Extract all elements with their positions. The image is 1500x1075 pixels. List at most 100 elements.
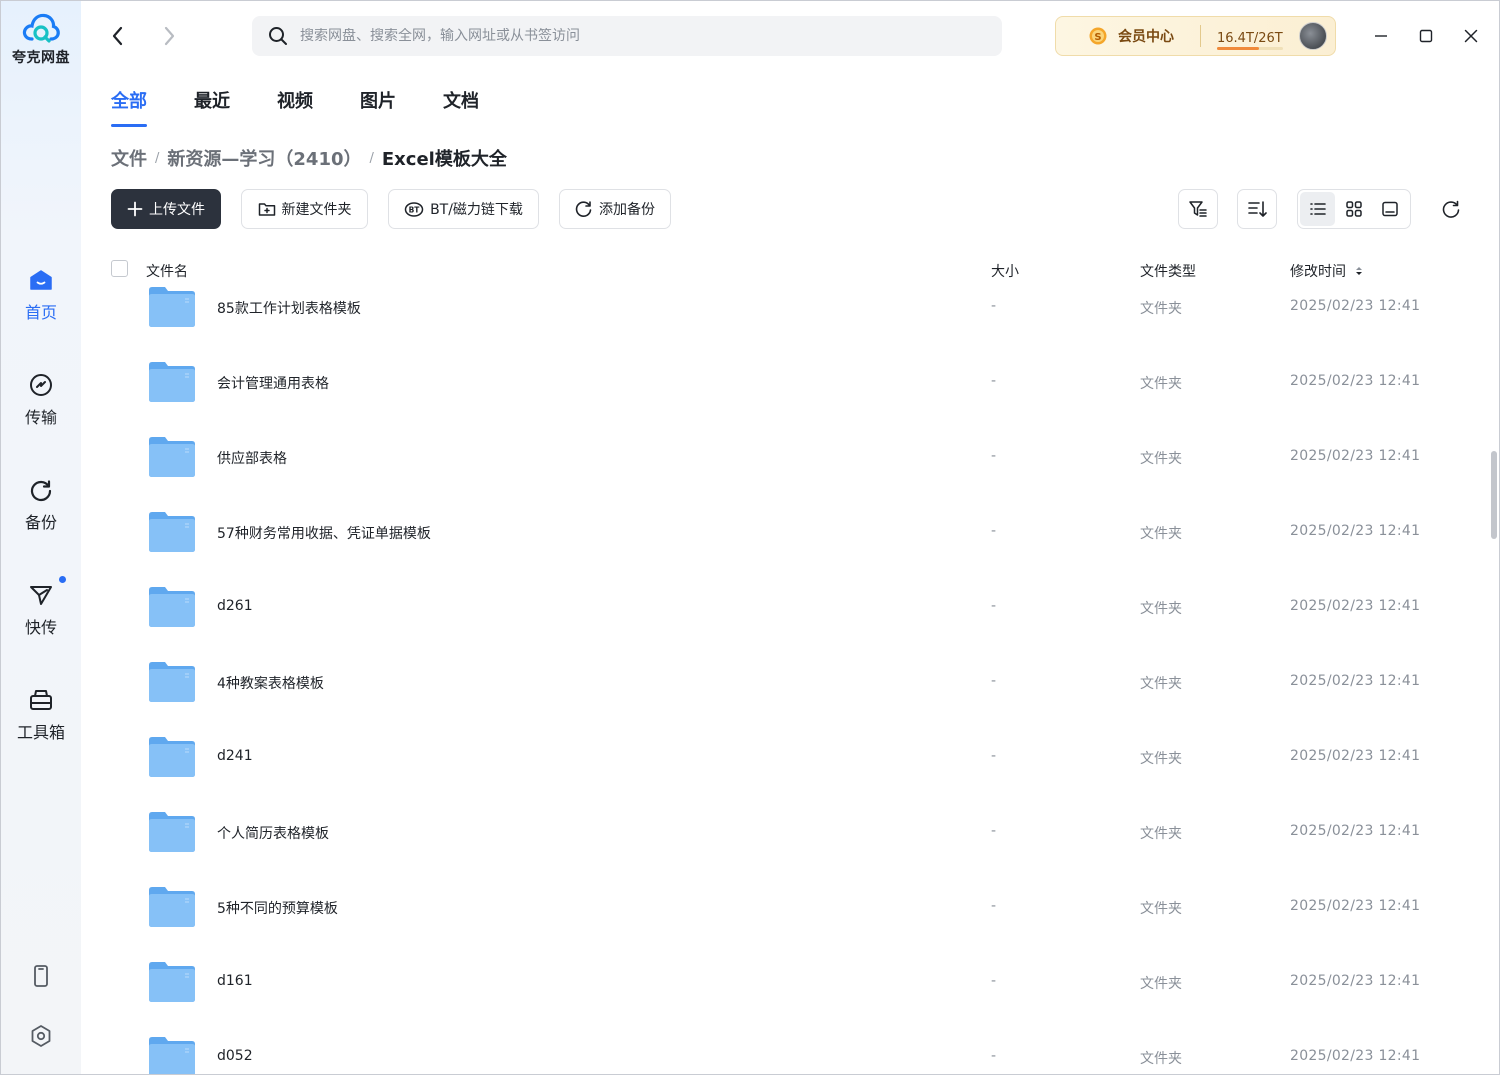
folder-icon <box>149 287 195 327</box>
file-type: 文件夹 <box>1140 901 1182 917</box>
sidebar-item-backup[interactable]: 备份 <box>1 477 81 533</box>
header-size[interactable]: 大小 <box>991 261 1019 281</box>
sidebar-item-label: 传输 <box>24 408 57 427</box>
file-size: - <box>991 823 997 839</box>
phone-icon[interactable] <box>28 963 54 989</box>
minimize-button[interactable] <box>1366 21 1396 51</box>
file-name[interactable]: 4种教案表格模板 <box>217 673 324 693</box>
file-modified: 2025/02/23 12:41 <box>1290 898 1421 914</box>
quark-cloud-logo-icon <box>22 13 60 43</box>
tab-all[interactable]: 全部 <box>111 87 147 127</box>
search-bar[interactable] <box>252 16 1002 56</box>
sidebar-item-label: 工具箱 <box>16 723 65 742</box>
breadcrumb: 文件 / 新资源—学习（2410） / Excel模板大全 <box>111 145 507 171</box>
file-modified: 2025/02/23 12:41 <box>1290 748 1421 764</box>
refresh-button[interactable] <box>1431 189 1471 229</box>
storage-usage[interactable]: 16.4T/26T <box>1217 27 1283 50</box>
table-row[interactable]: 4种教案表格模板 - 文件夹 2025/02/23 12:41 <box>111 656 1481 731</box>
back-button[interactable] <box>103 21 133 51</box>
file-name[interactable]: 5种不同的预算模板 <box>217 898 338 918</box>
refresh-icon <box>1442 200 1460 218</box>
upload-button[interactable]: 上传文件 <box>111 189 221 229</box>
file-name[interactable]: d261 <box>217 598 253 614</box>
file-size: - <box>991 898 997 914</box>
table-row[interactable]: d052 - 文件夹 2025/02/23 12:41 <box>111 1031 1481 1074</box>
preview-view-button[interactable] <box>1372 192 1407 226</box>
grid-view-button[interactable] <box>1336 192 1371 226</box>
file-list: 85款工作计划表格模板 - 文件夹 2025/02/23 12:41 会计管理通用表格 -… <box>111 281 1481 1074</box>
search-input[interactable] <box>300 28 950 44</box>
file-type: 文件夹 <box>1140 826 1182 842</box>
header-type[interactable]: 文件类型 <box>1140 261 1196 281</box>
close-icon <box>1464 29 1478 43</box>
sort-button[interactable] <box>1237 189 1277 229</box>
table-row[interactable]: 57种财务常用收据、凭证单据模板 - 文件夹 2025/02/23 12:41 <box>111 506 1481 581</box>
vip-divider <box>1200 25 1201 47</box>
header-name[interactable]: 文件名 <box>146 261 188 281</box>
svg-text:BT: BT <box>409 206 421 215</box>
list-icon <box>1309 203 1326 215</box>
table-row[interactable]: 个人简历表格模板 - 文件夹 2025/02/23 12:41 <box>111 806 1481 881</box>
file-type: 文件夹 <box>1140 601 1182 617</box>
file-name[interactable]: 供应部表格 <box>217 448 287 468</box>
sidebar-item-home[interactable]: 首页 <box>1 267 81 323</box>
table-row[interactable]: 5种不同的预算模板 - 文件夹 2025/02/23 12:41 <box>111 881 1481 956</box>
plus-icon <box>127 201 143 217</box>
header-modified[interactable]: 修改时间 <box>1290 261 1364 281</box>
breadcrumb-parent[interactable]: 新资源—学习（2410） <box>167 145 361 171</box>
new-folder-button[interactable]: 新建文件夹 <box>241 189 368 229</box>
breadcrumb-root[interactable]: 文件 <box>111 145 147 171</box>
file-name[interactable]: 57种财务常用收据、凭证单据模板 <box>217 523 431 543</box>
sidebar-item-transfer[interactable]: 传输 <box>1 372 81 428</box>
file-type: 文件夹 <box>1140 451 1182 467</box>
sort-icon <box>1248 201 1267 217</box>
tab-recent[interactable]: 最近 <box>194 87 230 127</box>
table-header: 文件名 大小 文件类型 修改时间 <box>111 257 1481 283</box>
bt-download-button[interactable]: BT BT/磁力链下载 <box>388 189 539 229</box>
tab-document[interactable]: 文档 <box>443 87 479 127</box>
sort-caret-icon <box>1356 267 1363 275</box>
forward-button[interactable] <box>154 21 184 51</box>
scrollbar-thumb[interactable] <box>1491 451 1497 539</box>
maximize-button[interactable] <box>1411 21 1441 51</box>
file-name[interactable]: 个人简历表格模板 <box>217 823 329 843</box>
file-name[interactable]: d161 <box>217 973 253 989</box>
sidebar-item-toolbox[interactable]: 工具箱 <box>1 687 81 743</box>
settings-icon[interactable] <box>28 1023 54 1049</box>
sidebar-item-label: 首页 <box>24 303 57 322</box>
backup-sync-icon <box>575 201 592 217</box>
view-mode-switch <box>1297 189 1411 229</box>
table-row[interactable]: d161 - 文件夹 2025/02/23 12:41 <box>111 956 1481 1031</box>
storage-bar-fill <box>1217 46 1259 50</box>
file-name[interactable]: 85款工作计划表格模板 <box>217 298 361 318</box>
tab-image[interactable]: 图片 <box>360 87 396 127</box>
vip-center[interactable]: S 会员中心 16.4T/26T <box>1055 16 1336 56</box>
folder-icon <box>149 812 195 852</box>
file-name[interactable]: d052 <box>217 1048 253 1064</box>
file-modified: 2025/02/23 12:41 <box>1290 373 1421 389</box>
table-row[interactable]: d261 - 文件夹 2025/02/23 12:41 <box>111 581 1481 656</box>
add-backup-button[interactable]: 添加备份 <box>559 189 671 229</box>
avatar[interactable] <box>1299 22 1327 50</box>
filter-button[interactable] <box>1178 189 1218 229</box>
file-name[interactable]: 会计管理通用表格 <box>217 373 329 393</box>
app-name: 夸克网盘 <box>12 50 70 66</box>
app-logo[interactable]: 夸克网盘 <box>1 11 81 67</box>
close-button[interactable] <box>1456 21 1486 51</box>
table-row[interactable]: 85款工作计划表格模板 - 文件夹 2025/02/23 12:41 <box>111 281 1481 356</box>
file-size: - <box>991 598 997 614</box>
file-name[interactable]: d241 <box>217 748 253 764</box>
bt-icon: BT <box>404 202 424 217</box>
sidebar-item-quick-send[interactable]: 快传 <box>1 576 81 638</box>
file-size: - <box>991 973 997 989</box>
table-row[interactable]: d241 - 文件夹 2025/02/23 12:41 <box>111 731 1481 806</box>
tab-video[interactable]: 视频 <box>277 87 313 127</box>
list-view-button[interactable] <box>1300 192 1335 226</box>
minimize-icon <box>1375 35 1387 37</box>
file-size: - <box>991 448 997 464</box>
folder-icon <box>149 737 195 777</box>
select-all-checkbox[interactable] <box>111 260 128 277</box>
table-row[interactable]: 会计管理通用表格 - 文件夹 2025/02/23 12:41 <box>111 356 1481 431</box>
breadcrumb-separator: / <box>155 150 160 166</box>
table-row[interactable]: 供应部表格 - 文件夹 2025/02/23 12:41 <box>111 431 1481 506</box>
